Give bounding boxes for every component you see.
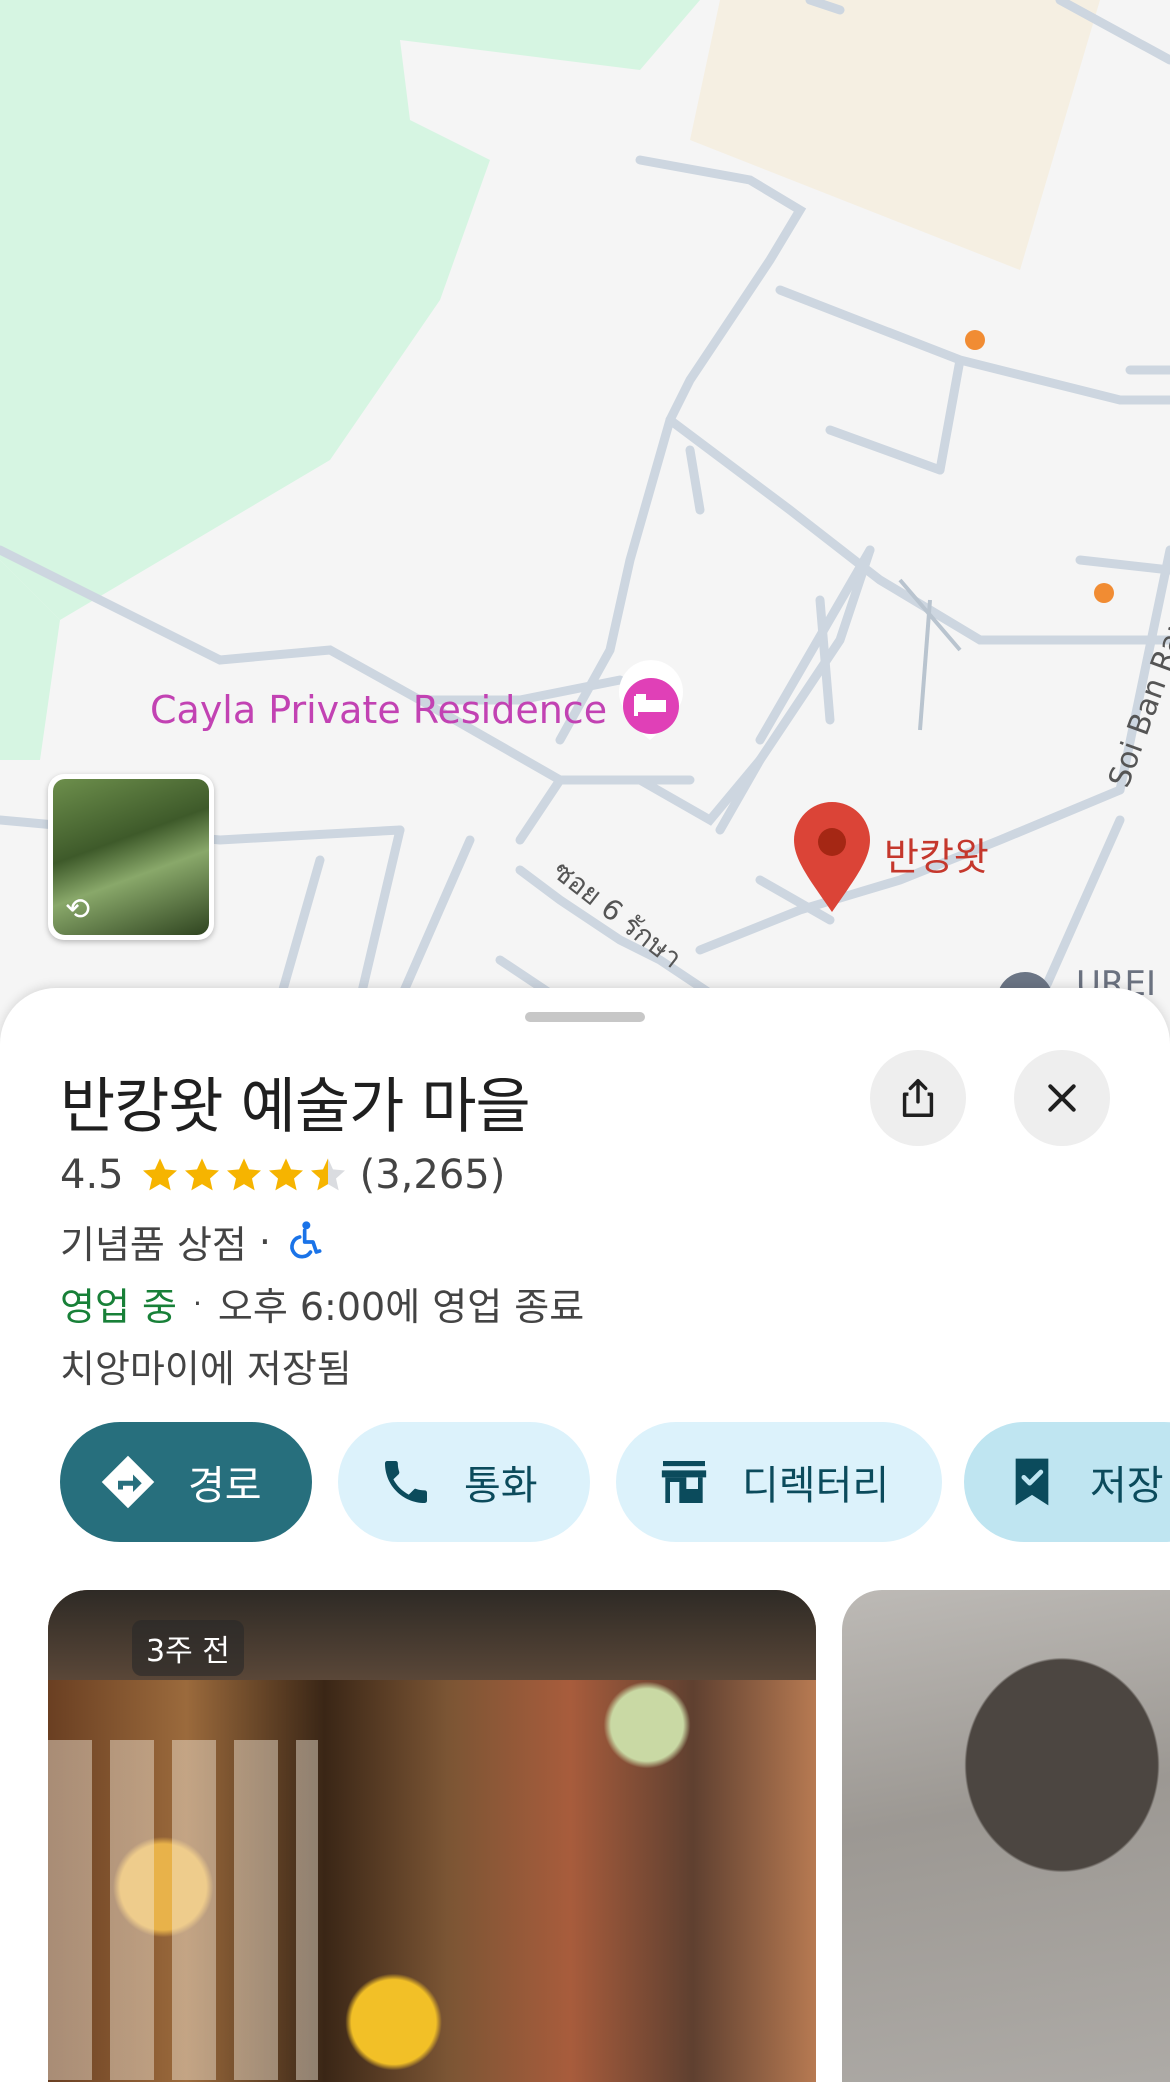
hotel-poi-label[interactable]: Cayla Private Residence — [150, 688, 607, 732]
place-title: 반캉왓 예술가 마을 — [60, 1072, 531, 1142]
app-root: Cayla Private Residence 반캉왓 ซอย 6 รักษา … — [0, 0, 1170, 2082]
closing-time: 오후 6:00에 영업 종료 — [217, 1285, 585, 1329]
save-button[interactable]: 저장 — [964, 1422, 1170, 1542]
review-count: (3,265) — [359, 1152, 506, 1198]
rating-row[interactable]: 4.5 (3,265) — [60, 1152, 505, 1198]
hours-row[interactable]: 영업 중 · 오후 6:00에 영업 종료 — [60, 1276, 584, 1331]
photo-age-badge: 3주 전 — [132, 1620, 244, 1676]
street-view-image: ⟲ — [53, 779, 209, 935]
sand-area — [690, 0, 1100, 270]
place-sheet: 반캉왓 예술가 마을 4.5 (3,265) 기념품 상점 · 영업 중 · 오… — [0, 988, 1170, 2082]
photo-artwork-shop[interactable]: 3주 전 — [48, 1590, 816, 2082]
hotel-poi-icon — [619, 660, 683, 740]
saved-list-label[interactable]: 치앙마이에 저장됨 — [60, 1338, 352, 1393]
action-chips: 경로 통화 디렉터리 저장 — [60, 1422, 1170, 1542]
pin-label[interactable]: 반캉왓 — [884, 826, 989, 881]
directions-label: 경로 — [188, 1463, 262, 1509]
directions-button[interactable]: 경로 — [60, 1422, 312, 1542]
star-full-icon — [184, 1158, 219, 1191]
star-full-icon — [268, 1158, 303, 1191]
open-status: 영업 중 — [60, 1285, 177, 1329]
photo-cat[interactable] — [842, 1590, 1170, 2082]
rating-value: 4.5 — [60, 1152, 124, 1198]
store-icon — [656, 1454, 712, 1510]
directory-button[interactable]: 디렉터리 — [616, 1422, 942, 1542]
close-icon — [1048, 1084, 1076, 1112]
park-area — [0, 0, 700, 620]
category-label: 기념품 상점 — [60, 1223, 247, 1267]
directory-label: 디렉터리 — [742, 1463, 890, 1509]
close-button[interactable] — [1014, 1050, 1110, 1146]
directions-icon — [98, 1452, 158, 1512]
bookmark-check-icon — [1004, 1454, 1060, 1510]
drag-handle[interactable] — [525, 1012, 645, 1022]
call-label: 통화 — [464, 1463, 538, 1509]
category-row: 기념품 상점 · — [60, 1214, 323, 1269]
rating-stars — [140, 1155, 350, 1195]
star-full-icon — [142, 1158, 177, 1191]
cat-image — [912, 1630, 1170, 1930]
save-label: 저장 — [1090, 1463, 1164, 1509]
street-view-thumbnail[interactable]: ⟲ — [48, 774, 214, 940]
rotate-360-icon: ⟲ — [65, 892, 91, 927]
map-dot — [965, 330, 985, 350]
map-dot — [1094, 583, 1114, 603]
wheelchair-accessible-icon — [290, 1220, 322, 1259]
photo-carousel[interactable]: 3주 전 — [0, 1590, 1170, 2082]
share-button[interactable] — [870, 1050, 966, 1146]
separator: · — [192, 1287, 202, 1320]
star-half-icon — [310, 1158, 345, 1191]
call-button[interactable]: 통화 — [338, 1422, 590, 1542]
share-icon — [902, 1079, 934, 1117]
map-view[interactable]: Cayla Private Residence 반캉왓 ซอย 6 รักษา … — [0, 0, 1170, 1020]
star-full-icon — [226, 1158, 261, 1191]
separator: · — [258, 1219, 271, 1264]
phone-icon — [378, 1454, 434, 1510]
